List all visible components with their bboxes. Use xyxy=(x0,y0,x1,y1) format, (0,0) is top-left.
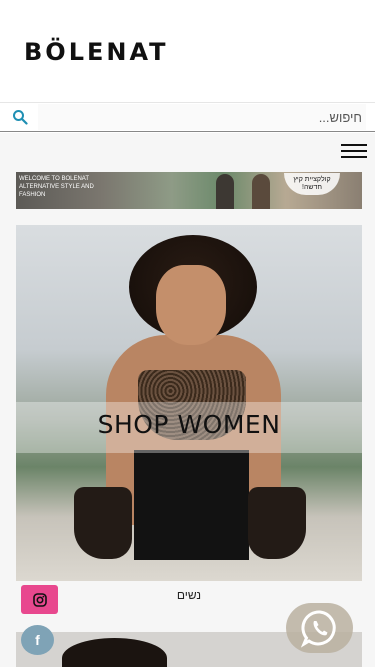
site-logo[interactable]: BÖLENAT xyxy=(24,38,169,66)
promo-model-figure xyxy=(252,174,270,209)
search-input[interactable] xyxy=(38,104,366,130)
site-header: BÖLENAT xyxy=(0,0,375,100)
promo-model-figure xyxy=(216,174,234,209)
facebook-button[interactable]: f xyxy=(21,625,54,655)
instagram-button[interactable] xyxy=(21,585,58,614)
instagram-icon xyxy=(32,592,47,607)
promo-welcome-text: WELCOME TO BOLENAT ALTERNATIVE STYLE AND… xyxy=(19,176,94,198)
search-icon[interactable] xyxy=(12,109,28,125)
promo-banner[interactable]: WELCOME TO BOLENAT ALTERNATIVE STYLE AND… xyxy=(16,172,362,209)
menu-button[interactable] xyxy=(341,140,367,162)
facebook-icon: f xyxy=(35,632,40,648)
category-caption[interactable]: נשים xyxy=(16,588,362,602)
hero-title[interactable]: SHOP WOMEN xyxy=(16,410,362,439)
whatsapp-button[interactable] xyxy=(286,603,353,653)
whatsapp-icon xyxy=(300,610,336,648)
promo-collection-badge: קולקציית קיץ חדשה! xyxy=(284,173,340,195)
search-bar xyxy=(0,102,375,132)
hamburger-icon xyxy=(341,144,367,146)
